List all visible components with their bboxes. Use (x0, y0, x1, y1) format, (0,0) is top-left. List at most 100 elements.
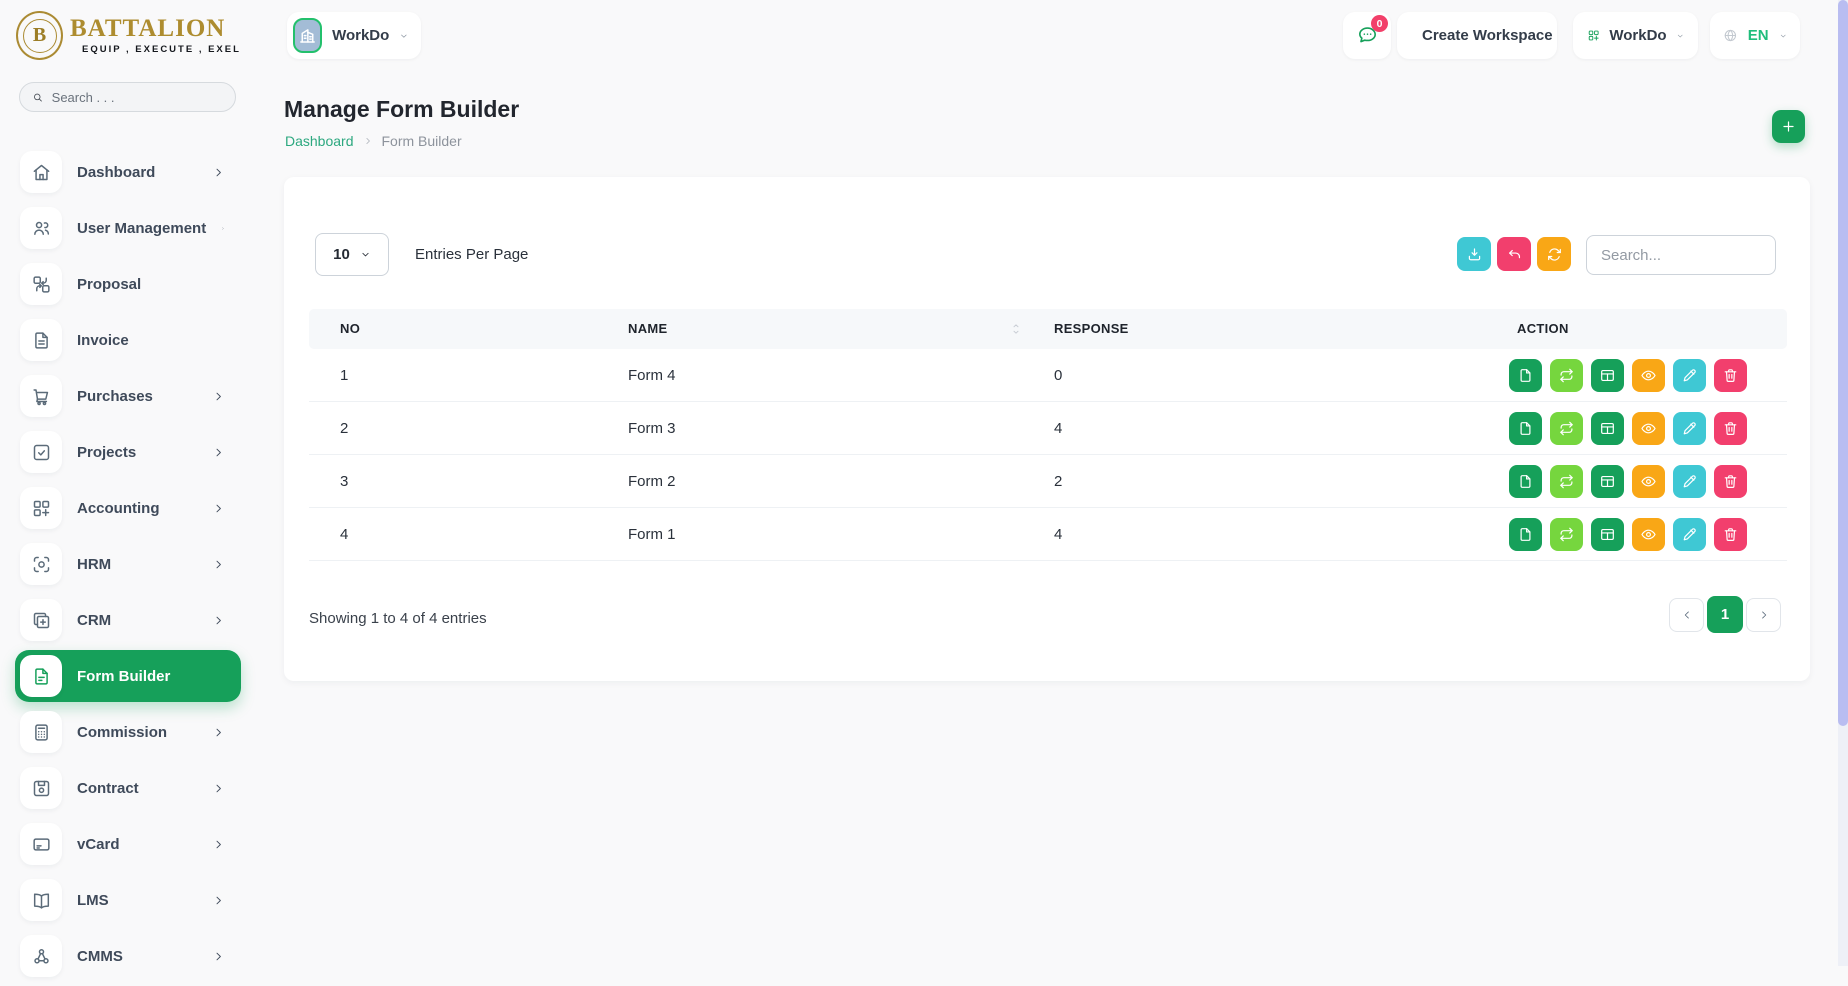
sidebar-item-accounting[interactable]: Accounting (15, 482, 241, 534)
sidebar-item-vcard[interactable]: vCard (15, 818, 241, 870)
view-button[interactable] (1632, 359, 1665, 392)
create-workspace-button[interactable]: Create Workspace (1397, 12, 1557, 59)
scrollbar-thumb[interactable] (1838, 0, 1848, 726)
duplicate-button[interactable] (1509, 465, 1542, 498)
table-icon (1599, 473, 1616, 490)
sidebar-item-label: Accounting (77, 500, 160, 517)
sidebar-item-label: Dashboard (77, 164, 155, 181)
duplicate-button[interactable] (1509, 518, 1542, 551)
breadcrumb-dashboard-link[interactable]: Dashboard (285, 133, 354, 149)
sidebar-item-lms[interactable]: LMS (15, 874, 241, 926)
chevron-right-icon (212, 894, 225, 907)
breadcrumb-current: Form Builder (382, 133, 462, 149)
form-list-card: 10 Entries Per Page NO NAME RESPONSE ACT… (284, 177, 1810, 681)
repeat-icon (1558, 420, 1575, 437)
delete-button[interactable] (1714, 359, 1747, 392)
column-header-no[interactable]: NO (340, 309, 360, 349)
workspace-switcher[interactable]: WorkDo (287, 12, 421, 59)
sidebar-item-label: HRM (77, 556, 111, 573)
sidebar-item-form-builder[interactable]: Form Builder (15, 650, 241, 702)
workspace-avatar (293, 18, 322, 53)
delete-button[interactable] (1714, 465, 1747, 498)
chevron-right-icon (212, 502, 225, 515)
table-row: 2 Form 3 4 (309, 402, 1787, 455)
sidebar-item-proposal[interactable]: Proposal (15, 258, 241, 310)
sidebar-item-dashboard[interactable]: Dashboard (15, 146, 241, 198)
sort-icon[interactable] (1009, 322, 1023, 336)
pagination-next-button[interactable] (1746, 598, 1781, 632)
cell-no: 4 (340, 508, 348, 561)
cell-no: 2 (340, 402, 348, 455)
repeat-icon (1558, 473, 1575, 490)
convert-button[interactable] (1550, 518, 1583, 551)
sidebar-search-input[interactable] (52, 90, 223, 105)
language-selector[interactable]: EN (1710, 12, 1800, 59)
chevron-right-icon (212, 838, 225, 851)
undo-icon (1506, 246, 1523, 263)
duplicate-button[interactable] (1509, 359, 1542, 392)
sidebar-item-crm[interactable]: CRM (15, 594, 241, 646)
sidebar-search[interactable] (19, 82, 236, 112)
view-button[interactable] (1632, 465, 1665, 498)
language-label: EN (1748, 27, 1769, 44)
create-form-button[interactable] (1772, 110, 1805, 143)
cell-name: Form 3 (628, 402, 676, 455)
entries-button[interactable] (1591, 518, 1624, 551)
refresh-button[interactable] (1537, 237, 1571, 271)
chevron-right-icon (212, 950, 225, 963)
sidebar-item-purchases[interactable]: Purchases (15, 370, 241, 422)
workspace-name: WorkDo (332, 27, 389, 44)
workdo-dropdown[interactable]: WorkDo (1573, 12, 1698, 59)
column-header-response[interactable]: RESPONSE (1054, 309, 1129, 349)
export-button[interactable] (1457, 237, 1491, 271)
sidebar-item-user-management[interactable]: User Management (15, 202, 241, 254)
pagination-page-1[interactable]: 1 (1707, 596, 1743, 633)
delete-button[interactable] (1714, 518, 1747, 551)
pencil-icon (1681, 473, 1698, 490)
overlap-squares-icon (31, 610, 52, 631)
brand-logo[interactable]: B BATTALION EQUIP , EXECUTE , EXEL (16, 11, 241, 60)
cell-no: 1 (340, 349, 348, 402)
cell-response: 4 (1054, 508, 1062, 561)
swap-boxes-icon (31, 274, 52, 295)
delete-button[interactable] (1714, 412, 1747, 445)
sidebar-item-hrm[interactable]: HRM (15, 538, 241, 590)
duplicate-button[interactable] (1509, 412, 1542, 445)
view-button[interactable] (1632, 518, 1665, 551)
eye-icon (1640, 420, 1657, 437)
table-header: NO NAME RESPONSE ACTION (309, 309, 1787, 349)
table-row: 4 Form 1 4 (309, 508, 1787, 561)
entries-button[interactable] (1591, 412, 1624, 445)
view-button[interactable] (1632, 412, 1665, 445)
pagination-prev-button[interactable] (1669, 598, 1704, 632)
reset-button[interactable] (1497, 237, 1531, 271)
column-header-name[interactable]: NAME (628, 309, 667, 349)
edit-button[interactable] (1673, 518, 1706, 551)
convert-button[interactable] (1550, 359, 1583, 392)
grid-plus-icon (31, 498, 52, 519)
convert-button[interactable] (1550, 412, 1583, 445)
table-icon (1599, 420, 1616, 437)
repeat-icon (1558, 526, 1575, 543)
edit-button[interactable] (1673, 359, 1706, 392)
convert-button[interactable] (1550, 465, 1583, 498)
edit-button[interactable] (1673, 465, 1706, 498)
home-icon (31, 162, 52, 183)
eye-icon (1640, 473, 1657, 490)
entries-info: Showing 1 to 4 of 4 entries (309, 610, 487, 627)
page-scrollbar[interactable] (1838, 0, 1848, 966)
sidebar-item-contract[interactable]: Contract (15, 762, 241, 814)
entries-button[interactable] (1591, 359, 1624, 392)
sidebar-item-invoice[interactable]: Invoice (15, 314, 241, 366)
column-header-action: ACTION (1517, 309, 1569, 349)
sidebar-item-cmms[interactable]: CMMS (15, 930, 241, 982)
messages-button[interactable]: 0 (1343, 12, 1391, 59)
sidebar-item-label: LMS (77, 892, 109, 909)
edit-button[interactable] (1673, 412, 1706, 445)
sidebar-item-commission[interactable]: Commission (15, 706, 241, 758)
table-search-input[interactable] (1586, 235, 1776, 275)
entries-per-page-select[interactable]: 10 (315, 233, 389, 276)
entries-button[interactable] (1591, 465, 1624, 498)
pencil-icon (1681, 367, 1698, 384)
sidebar-item-projects[interactable]: Projects (15, 426, 241, 478)
